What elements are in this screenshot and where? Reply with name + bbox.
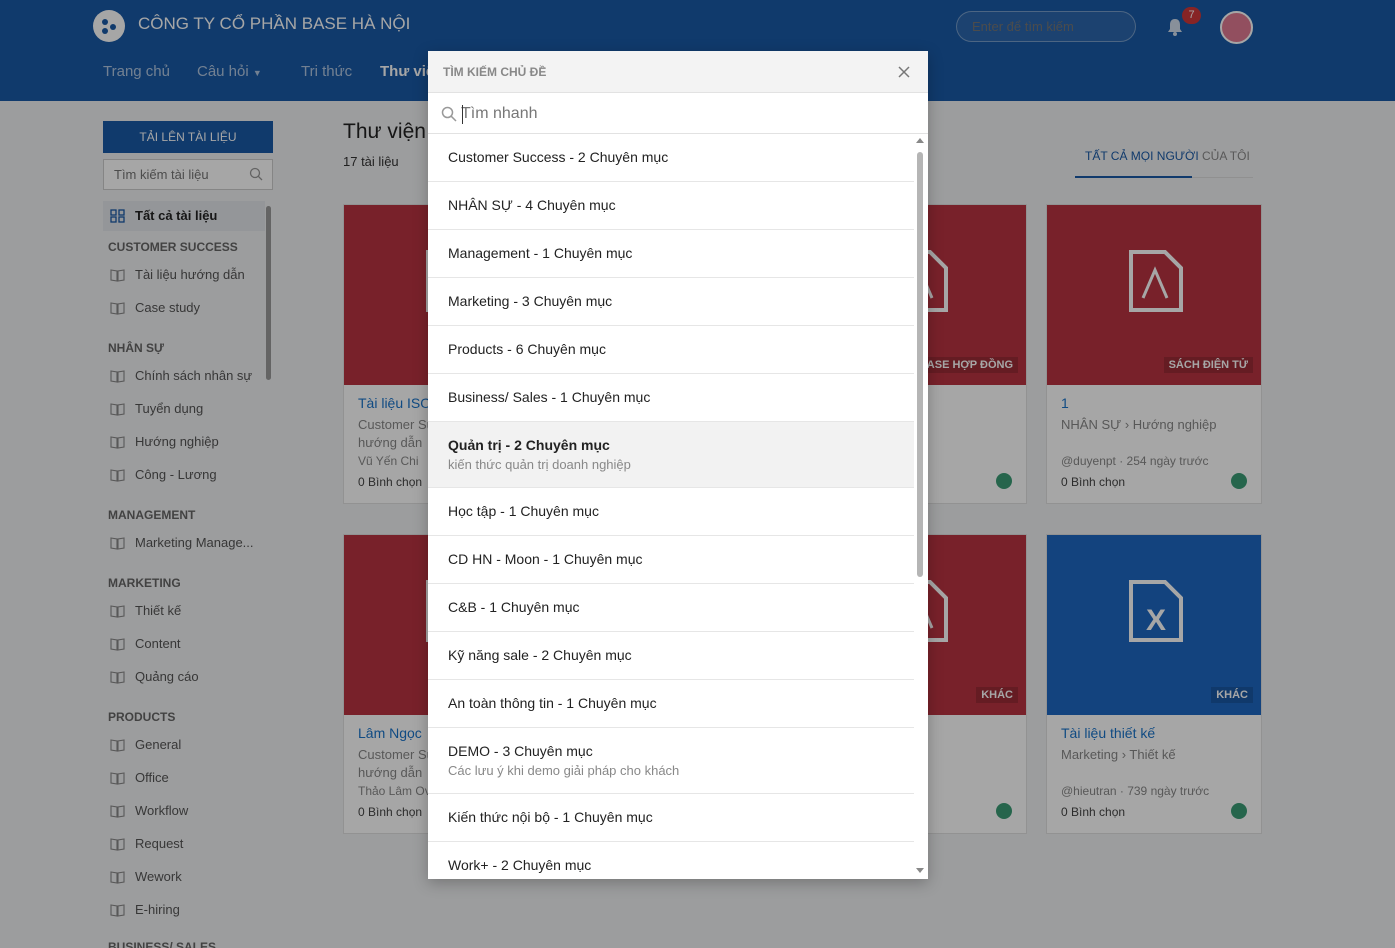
topic-name: Products - 6 Chuyên mục	[448, 341, 606, 357]
topic-name: Customer Success - 2 Chuyên mục	[448, 149, 669, 165]
text-cursor	[462, 105, 463, 124]
topic-item[interactable]: Marketing - 3 Chuyên mục	[428, 278, 914, 326]
topic-item[interactable]: Work+ - 2 Chuyên mục	[428, 842, 914, 879]
topic-description: kiến thức quản trị doanh nghiệp	[448, 457, 631, 472]
topic-item[interactable]: Kỹ năng sale - 2 Chuyên mục	[428, 632, 914, 680]
modal-search-bar	[428, 93, 928, 134]
topic-search-modal: TÌM KIẾM CHỦ ĐỀ Customer Success - 2 Chu…	[428, 51, 928, 879]
modal-header: TÌM KIẾM CHỦ ĐỀ	[428, 51, 928, 93]
topic-name: CD HN - Moon - 1 Chuyên mục	[448, 551, 643, 567]
topic-name: DEMO - 3 Chuyên mục	[448, 743, 593, 759]
topic-name: Quản trị - 2 Chuyên mục	[448, 437, 610, 453]
topic-name: An toàn thông tin - 1 Chuyên mục	[448, 695, 657, 711]
topic-item[interactable]: NHÂN SỰ - 4 Chuyên mục	[428, 182, 914, 230]
topic-item[interactable]: Kiến thức nội bộ - 1 Chuyên mục	[428, 794, 914, 842]
topic-item[interactable]: An toàn thông tin - 1 Chuyên mục	[428, 680, 914, 728]
modal-title: TÌM KIẾM CHỦ ĐỀ	[443, 65, 547, 79]
topic-list: Customer Success - 2 Chuyên mục NHÂN SỰ -…	[428, 134, 914, 879]
topic-item[interactable]: Học tập - 1 Chuyên mục	[428, 488, 914, 536]
topic-item[interactable]: Management - 1 Chuyên mục	[428, 230, 914, 278]
topic-item[interactable]: DEMO - 3 Chuyên mục Các lưu ý khi demo gi…	[428, 728, 914, 794]
topic-item[interactable]: CD HN - Moon - 1 Chuyên mục	[428, 536, 914, 584]
topic-name: Học tập - 1 Chuyên mục	[448, 503, 599, 519]
topic-name: Business/ Sales - 1 Chuyên mục	[448, 389, 651, 405]
scroll-down-icon[interactable]	[916, 868, 924, 873]
topic-name: Kỹ năng sale - 2 Chuyên mục	[448, 647, 632, 663]
topic-name: NHÂN SỰ - 4 Chuyên mục	[448, 197, 616, 213]
topic-search-input[interactable]	[461, 101, 901, 127]
topic-name: Work+ - 2 Chuyên mục	[448, 857, 592, 873]
topic-name: Marketing - 3 Chuyên mục	[448, 293, 613, 309]
topic-item[interactable]: Customer Success - 2 Chuyên mục	[428, 134, 914, 182]
scroll-up-icon[interactable]	[916, 138, 924, 143]
topic-description: Các lưu ý khi demo giải pháp cho khách	[448, 763, 680, 778]
topic-item[interactable]: Quản trị - 2 Chuyên mục kiến thức quản tr…	[428, 422, 914, 488]
topic-item[interactable]: Business/ Sales - 1 Chuyên mục	[428, 374, 914, 422]
topic-item[interactable]: C&B - 1 Chuyên mục	[428, 584, 914, 632]
topic-name: C&B - 1 Chuyên mục	[448, 599, 580, 615]
modal-scrollbar-thumb[interactable]	[917, 152, 923, 577]
search-icon	[441, 106, 457, 122]
topic-item[interactable]: Products - 6 Chuyên mục	[428, 326, 914, 374]
close-icon[interactable]	[896, 64, 912, 80]
topic-name: Management - 1 Chuyên mục	[448, 245, 633, 261]
topic-name: Kiến thức nội bộ - 1 Chuyên mục	[448, 809, 653, 825]
